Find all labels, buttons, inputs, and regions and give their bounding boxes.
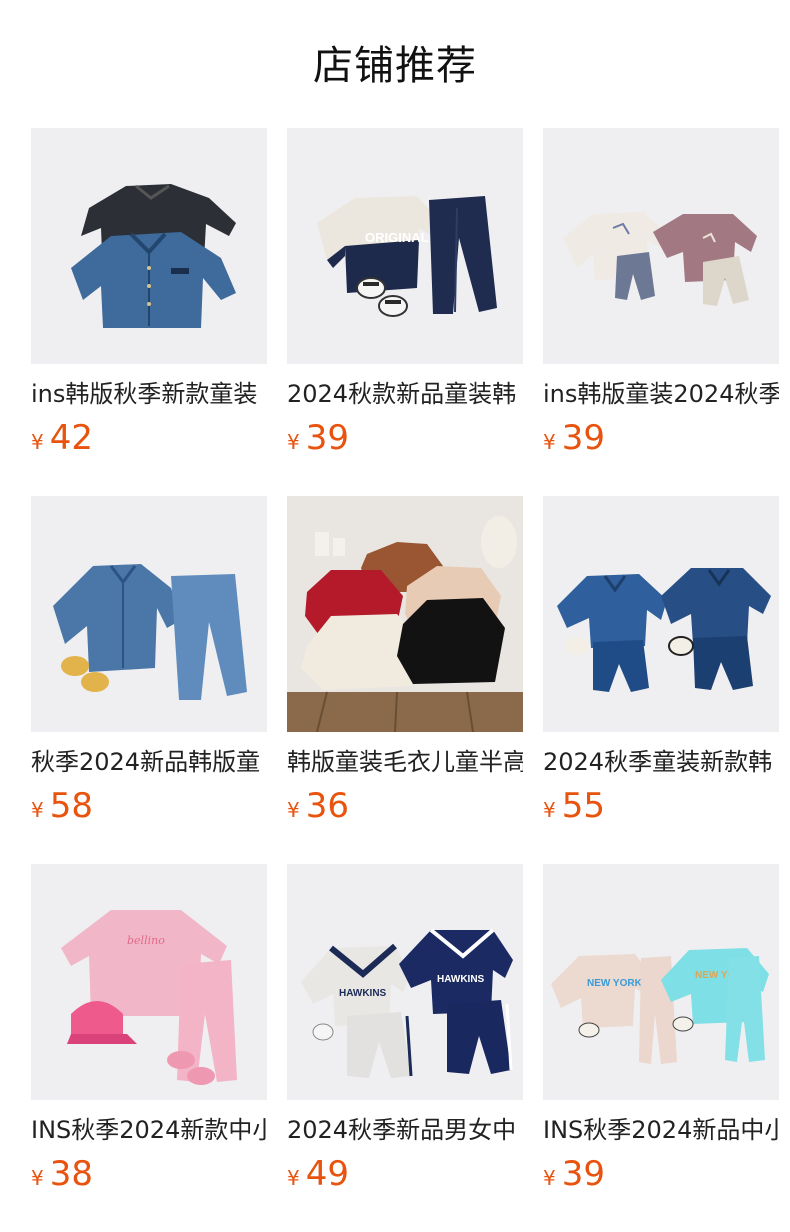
product-image[interactable] xyxy=(31,496,267,732)
svg-text:HAWKINS: HAWKINS xyxy=(437,974,485,985)
product-card[interactable]: 秋季2024新品韩版童 ¥58 xyxy=(31,496,267,864)
product-card[interactable]: NEW YORK NEW YORK INS秋季2024新品中小 ¥39 xyxy=(543,864,779,1232)
product-card[interactable]: ins韩版童装2024秋季 ¥39 xyxy=(543,128,779,496)
pink-set-photo: bellino xyxy=(31,864,267,1100)
knit-sweaters-photo xyxy=(287,496,523,732)
currency-symbol: ¥ xyxy=(543,798,556,822)
product-name[interactable]: 2024秋季童装新款韩 xyxy=(543,746,779,778)
page-title: 店铺推荐 xyxy=(313,43,477,89)
currency-symbol: ¥ xyxy=(287,798,300,822)
product-price: 39 xyxy=(305,418,349,458)
price-row: ¥58 xyxy=(31,786,267,826)
svg-text:HAWKINS: HAWKINS xyxy=(339,988,387,999)
currency-symbol: ¥ xyxy=(287,1166,300,1190)
product-price: 36 xyxy=(305,786,349,826)
product-name[interactable]: ins韩版童装2024秋季 xyxy=(543,378,779,410)
svg-text:bellino: bellino xyxy=(127,934,165,947)
newyork-set-photo: NEW YORK NEW YORK xyxy=(543,864,779,1100)
currency-symbol: ¥ xyxy=(287,430,300,454)
price-row: ¥55 xyxy=(543,786,779,826)
denim-shirt-set-photo xyxy=(543,496,779,732)
denim-set-photo xyxy=(31,496,267,732)
currency-symbol: ¥ xyxy=(543,1166,556,1190)
product-name[interactable]: 2024秋季新品男女中 xyxy=(287,1114,523,1146)
product-image[interactable] xyxy=(543,496,779,732)
price-row: ¥49 xyxy=(287,1154,523,1194)
product-image[interactable] xyxy=(287,496,523,732)
price-row: ¥39 xyxy=(287,418,523,458)
sweatshirt-set-photo xyxy=(543,128,779,364)
price-row: ¥38 xyxy=(31,1154,267,1194)
original-sweatshirt-set-photo: ORIGINAL xyxy=(287,128,523,364)
denim-jackets-photo xyxy=(31,128,267,364)
product-price: 55 xyxy=(561,786,605,826)
product-card[interactable]: 韩版童装毛衣儿童半高 ¥36 xyxy=(287,496,523,864)
product-name[interactable]: ins韩版秋季新款童装 xyxy=(31,378,267,410)
currency-symbol: ¥ xyxy=(543,430,556,454)
currency-symbol: ¥ xyxy=(31,1166,44,1190)
product-price: 39 xyxy=(561,418,605,458)
product-name[interactable]: 2024秋款新品童装韩 xyxy=(287,378,523,410)
product-image[interactable] xyxy=(31,128,267,364)
product-card[interactable]: ins韩版秋季新款童装 ¥42 xyxy=(31,128,267,496)
price-row: ¥42 xyxy=(31,418,267,458)
svg-text:ORIGINAL: ORIGINAL xyxy=(365,230,429,245)
product-card[interactable]: ORIGINAL 2024秋款新品童装韩 ¥39 xyxy=(287,128,523,496)
product-image[interactable]: bellino xyxy=(31,864,267,1100)
product-price: 39 xyxy=(561,1154,605,1194)
product-price: 38 xyxy=(49,1154,93,1194)
product-image[interactable]: ORIGINAL xyxy=(287,128,523,364)
product-card[interactable]: HAWKINS HAWKINS 2024秋季新品男女中 ¥49 xyxy=(287,864,523,1232)
product-card[interactable]: bellino INS秋季2024新款中小 ¥38 xyxy=(31,864,267,1232)
product-name[interactable]: INS秋季2024新款中小 xyxy=(31,1114,267,1146)
price-row: ¥36 xyxy=(287,786,523,826)
price-row: ¥39 xyxy=(543,418,779,458)
product-image[interactable] xyxy=(543,128,779,364)
hawkins-set-photo: HAWKINS HAWKINS xyxy=(287,864,523,1100)
product-image[interactable]: HAWKINS HAWKINS xyxy=(287,864,523,1100)
product-name[interactable]: 韩版童装毛衣儿童半高 xyxy=(287,746,523,778)
svg-text:NEW YORK: NEW YORK xyxy=(587,978,643,989)
product-name[interactable]: 秋季2024新品韩版童 xyxy=(31,746,267,778)
product-image[interactable]: NEW YORK NEW YORK xyxy=(543,864,779,1100)
product-price: 49 xyxy=(305,1154,349,1194)
product-card[interactable]: 2024秋季童装新款韩 ¥55 xyxy=(543,496,779,864)
currency-symbol: ¥ xyxy=(31,798,44,822)
product-price: 42 xyxy=(49,418,93,458)
currency-symbol: ¥ xyxy=(31,430,44,454)
product-grid: ins韩版秋季新款童装 ¥42 ORIGINAL 2024秋款新品童装韩 ¥ 3… xyxy=(31,128,790,1232)
product-price: 58 xyxy=(49,786,93,826)
price-row: ¥39 xyxy=(543,1154,779,1194)
product-name[interactable]: INS秋季2024新品中小 xyxy=(543,1114,779,1146)
